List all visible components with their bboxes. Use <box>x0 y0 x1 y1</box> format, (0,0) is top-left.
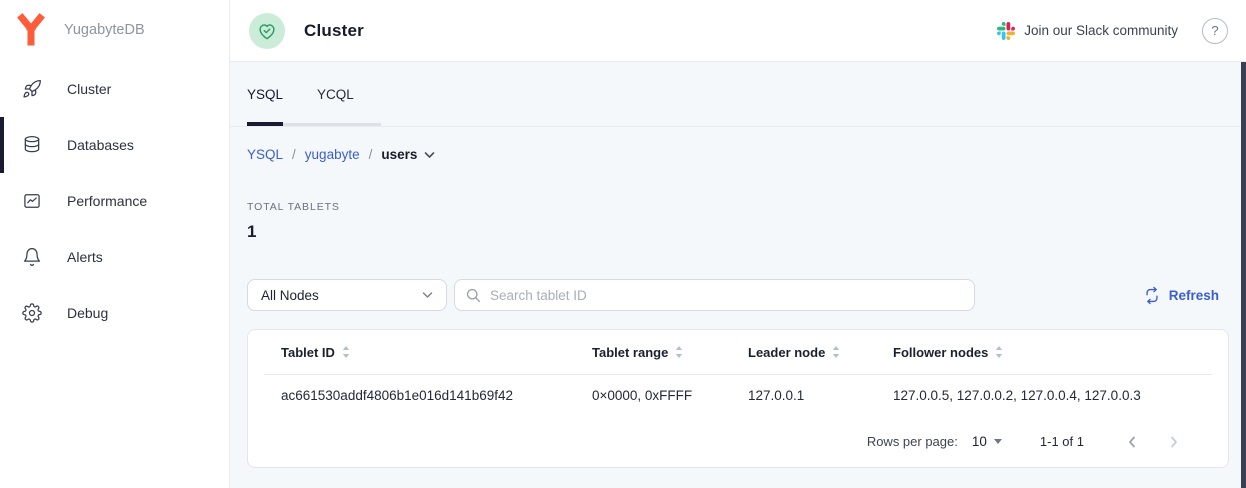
tab-bar: YSQL YCQL <box>230 62 1246 127</box>
sidebar-item-cluster[interactable]: Cluster <box>0 61 229 117</box>
breadcrumb: YSQL / yugabyte / users <box>247 147 1229 162</box>
slack-link-label: Join our Slack community <box>1024 23 1178 38</box>
rows-per-page-label: Rows per page: <box>867 434 958 449</box>
cell-tablet-range: 0×0000, 0xFFFF <box>592 388 748 403</box>
page-header: Cluster Join our Slack community ? <box>230 0 1246 62</box>
sidebar-nav: Cluster Databases <box>0 61 229 341</box>
chevron-left-icon <box>1126 435 1138 449</box>
breadcrumb-separator: / <box>292 147 296 162</box>
breadcrumb-current-label: users <box>381 147 417 162</box>
yugabytedb-logo-icon <box>15 13 47 47</box>
sort-icon <box>342 346 350 358</box>
refresh-icon <box>1143 286 1161 305</box>
caret-down-icon <box>994 439 1002 444</box>
tablets-summary: TOTAL TABLETS 1 <box>247 201 1229 242</box>
chart-icon <box>22 191 42 211</box>
cell-follower-nodes: 127.0.0.5, 127.0.0.2, 127.0.0.4, 127.0.0… <box>893 388 1228 403</box>
chevron-down-icon <box>424 151 435 159</box>
pagination-range: 1-1 of 1 <box>1040 434 1084 449</box>
tab-ycql[interactable]: YCQL <box>317 87 354 102</box>
bell-icon <box>22 247 42 267</box>
brand: YugabyteDB <box>0 0 229 60</box>
main-area: Cluster Join our Slack community ? <box>230 0 1246 488</box>
sidebar-item-label: Debug <box>67 305 108 321</box>
pagination: Rows per page: 10 1-1 of 1 <box>248 415 1228 468</box>
help-icon: ? <box>1211 23 1218 38</box>
column-header-tablet-id[interactable]: Tablet ID <box>281 345 592 360</box>
refresh-button[interactable]: Refresh <box>1143 286 1219 305</box>
refresh-label: Refresh <box>1169 288 1219 303</box>
sidebar-item-label: Cluster <box>67 81 111 97</box>
sidebar-item-debug[interactable]: Debug <box>0 285 229 341</box>
sidebar-item-databases[interactable]: Databases <box>0 117 229 173</box>
tab-ysql[interactable]: YSQL <box>247 87 283 102</box>
total-tablets-value: 1 <box>247 222 1229 242</box>
sort-icon <box>995 346 1003 358</box>
chevron-right-icon <box>1168 435 1180 449</box>
content: YSQL / yugabyte / users TOTAL TABLETS 1 … <box>230 127 1246 488</box>
next-page-button[interactable] <box>1168 435 1180 449</box>
tab-label: YSQL <box>247 87 283 102</box>
slack-community-link[interactable]: Join our Slack community <box>997 22 1178 40</box>
table-row: ac661530addf4806b1e016d141b69f42 0×0000,… <box>248 375 1228 415</box>
previous-page-button[interactable] <box>1126 435 1138 449</box>
cell-tablet-id: ac661530addf4806b1e016d141b69f42 <box>281 388 592 403</box>
column-header-tablet-range[interactable]: Tablet range <box>592 345 748 360</box>
search-icon <box>465 287 482 304</box>
sidebar-item-label: Alerts <box>67 249 103 265</box>
active-tab-indicator <box>247 122 283 126</box>
tablet-search <box>454 279 975 311</box>
chevron-down-icon <box>422 291 433 299</box>
tablets-table-card: Tablet ID Tablet range Leader node <box>247 329 1229 468</box>
header-actions: Join our Slack community ? <box>997 18 1228 44</box>
app-window: YugabyteDB Cluster <box>0 0 1246 488</box>
database-icon <box>22 135 42 155</box>
column-header-follower-nodes[interactable]: Follower nodes <box>893 345 1228 360</box>
help-button[interactable]: ? <box>1202 18 1228 44</box>
tab-indicator-track <box>247 123 381 126</box>
cell-leader-node: 127.0.0.1 <box>748 388 893 403</box>
sidebar-item-performance[interactable]: Performance <box>0 173 229 229</box>
breadcrumb-table-dropdown[interactable]: users <box>381 147 435 162</box>
breadcrumb-link-database[interactable]: yugabyte <box>305 147 360 162</box>
table-header-row: Tablet ID Tablet range Leader node <box>248 330 1228 374</box>
rows-per-page-select[interactable]: 10 <box>972 434 1002 449</box>
sidebar-item-alerts[interactable]: Alerts <box>0 229 229 285</box>
total-tablets-label: TOTAL TABLETS <box>247 201 1229 213</box>
sidebar: YugabyteDB Cluster <box>0 0 230 488</box>
search-input[interactable] <box>490 288 964 303</box>
brand-name: YugabyteDB <box>64 22 145 38</box>
rocket-icon <box>22 79 42 99</box>
breadcrumb-link-ysql[interactable]: YSQL <box>247 147 283 162</box>
sort-icon <box>675 346 683 358</box>
sidebar-item-label: Databases <box>67 137 134 153</box>
node-filter-value: All Nodes <box>261 288 319 303</box>
node-filter-select[interactable]: All Nodes <box>247 279 447 311</box>
breadcrumb-separator: / <box>369 147 373 162</box>
cluster-health-icon <box>249 13 285 49</box>
filter-row: All Nodes Refresh <box>247 279 1229 311</box>
tab-label: YCQL <box>317 87 354 102</box>
column-header-leader-node[interactable]: Leader node <box>748 345 893 360</box>
sidebar-item-label: Performance <box>67 193 147 209</box>
page-title: Cluster <box>304 21 364 41</box>
gear-icon <box>22 303 42 323</box>
scrollbar-thumb[interactable] <box>1241 62 1246 488</box>
sort-icon <box>832 346 840 358</box>
slack-icon <box>997 22 1015 40</box>
